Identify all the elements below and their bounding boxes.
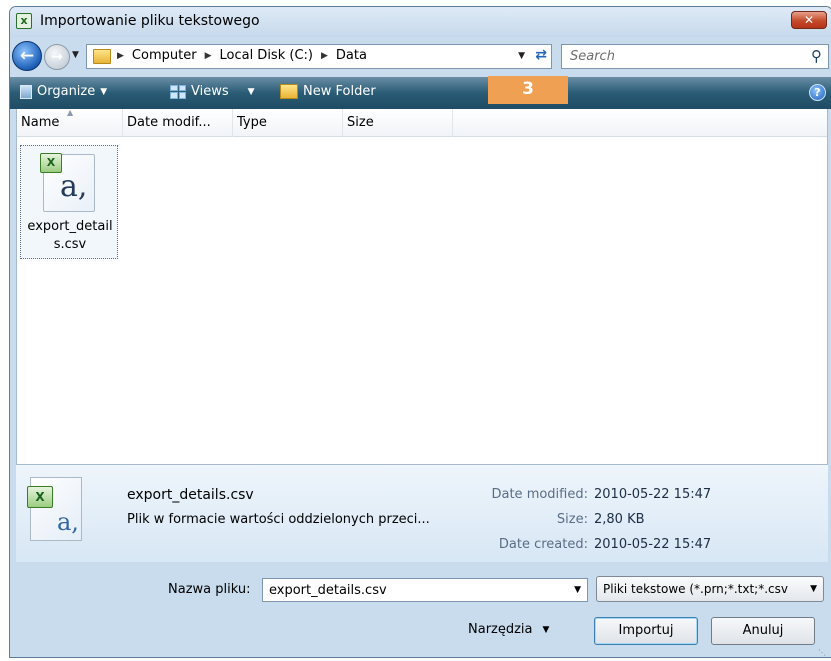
file-glyph-icon: a, xyxy=(57,508,79,536)
folder-icon xyxy=(93,49,111,64)
command-toolbar: Organize ▼ Views ▼ New Folder ? xyxy=(10,77,831,109)
breadcrumb-local-disk[interactable]: Local Disk (C:) xyxy=(219,48,312,63)
excel-badge-icon: X xyxy=(27,486,53,508)
refresh-icon[interactable]: ⇄ xyxy=(535,47,547,63)
filename-label: Nazwa pliku: xyxy=(168,582,251,597)
file-name-line: s.csv xyxy=(53,237,87,252)
chevron-down-icon: ▼ xyxy=(542,625,550,635)
file-name: export_detail s.csv xyxy=(21,218,119,254)
column-name-label: Name xyxy=(21,115,60,130)
date-modified-value: 2010-05-22 15:47 xyxy=(594,487,712,502)
views-menu[interactable]: Views ▼ xyxy=(170,84,255,99)
breadcrumb: ▶ Computer ▶ Local Disk (C:) ▶ Data xyxy=(117,48,367,63)
search-input[interactable]: Search ⚲ xyxy=(561,44,829,69)
new-folder-button[interactable]: New Folder xyxy=(280,84,376,99)
tools-label: Narzędzia xyxy=(468,622,533,637)
size-label: Size: xyxy=(556,512,588,527)
back-button[interactable]: ← xyxy=(12,41,42,71)
file-type-value: Pliki tekstowe (*.prn;*.txt;*.csv xyxy=(603,582,788,596)
file-type-filter[interactable]: Pliki tekstowe (*.prn;*.txt;*.csv ▼ xyxy=(596,576,824,602)
dialog-footer: Nazwa pliku: export_details.csv ▼ Pliki … xyxy=(16,562,828,657)
organize-label: Organize xyxy=(37,84,96,99)
address-bar[interactable]: ▶ Computer ▶ Local Disk (C:) ▶ Data ▼ ⇄ xyxy=(86,44,552,69)
window-title: Importowanie pliku tekstowego xyxy=(40,13,260,29)
column-size[interactable]: Size xyxy=(343,109,453,137)
size-value: 2,80 KB xyxy=(594,512,645,527)
step-number-badge: 3 xyxy=(488,76,568,104)
chevron-down-icon: ▼ xyxy=(100,86,108,97)
file-glyph-icon: a, xyxy=(60,169,88,204)
breadcrumb-separator-icon[interactable]: ▶ xyxy=(321,51,328,61)
date-created-value: 2010-05-22 15:47 xyxy=(594,537,712,552)
details-file-name: export_details.csv xyxy=(127,487,254,503)
file-list[interactable]: ▲ Name Date modif... Type Size X a, expo… xyxy=(16,108,828,464)
forward-button[interactable]: → xyxy=(44,44,70,70)
cancel-button[interactable]: Anuluj xyxy=(711,617,815,645)
help-icon[interactable]: ? xyxy=(809,84,826,101)
title-bar[interactable]: x Importowanie pliku tekstowego ✕ xyxy=(10,7,831,37)
column-header: ▲ Name Date modif... Type Size xyxy=(17,108,827,137)
import-dialog: x Importowanie pliku tekstowego ✕ ← → ▼ … xyxy=(9,6,831,658)
resize-grip-icon[interactable]: ⋱ xyxy=(818,648,826,657)
file-name-line: export_detail xyxy=(27,219,113,234)
filename-value: export_details.csv xyxy=(269,583,387,598)
column-date-modified[interactable]: Date modif... xyxy=(123,109,233,137)
chevron-down-icon[interactable]: ▼ xyxy=(574,585,581,595)
breadcrumb-separator-icon[interactable]: ▶ xyxy=(205,51,212,61)
navigation-bar: ← → ▼ ▶ Computer ▶ Local Disk (C:) ▶ Dat… xyxy=(10,37,831,77)
close-button[interactable]: ✕ xyxy=(791,11,827,29)
csv-file-icon: X a, xyxy=(27,477,82,541)
new-folder-label: New Folder xyxy=(303,84,376,99)
search-icon[interactable]: ⚲ xyxy=(811,47,822,65)
date-modified-label: Date modified: xyxy=(491,487,588,502)
breadcrumb-data[interactable]: Data xyxy=(336,48,367,63)
breadcrumb-computer[interactable]: Computer xyxy=(132,48,197,63)
excel-app-icon: x xyxy=(16,13,32,29)
organize-menu[interactable]: Organize ▼ xyxy=(20,84,107,99)
tools-menu[interactable]: Narzędzia ▼ xyxy=(468,622,549,637)
chevron-down-icon: ▼ xyxy=(810,584,817,594)
recent-pages-dropdown[interactable]: ▼ xyxy=(72,50,79,60)
details-pane: X a, export_details.csv Plik w formacie … xyxy=(16,464,828,562)
import-button[interactable]: Importuj xyxy=(594,617,698,645)
organize-icon xyxy=(20,84,32,99)
column-name[interactable]: ▲ Name xyxy=(17,108,123,137)
file-item-export-details[interactable]: X a, export_detail s.csv xyxy=(20,145,118,259)
views-label: Views xyxy=(191,84,229,99)
views-icon xyxy=(170,84,186,99)
details-file-type: Plik w formacie wartości oddzielonych pr… xyxy=(127,512,430,527)
breadcrumb-separator-icon[interactable]: ▶ xyxy=(117,51,124,61)
new-folder-icon xyxy=(280,84,298,99)
sort-ascending-icon: ▲ xyxy=(67,108,74,117)
search-placeholder: Search xyxy=(570,49,615,64)
filename-input[interactable]: export_details.csv ▼ xyxy=(262,578,588,602)
csv-file-icon: X a, xyxy=(40,153,95,212)
chevron-down-icon: ▼ xyxy=(247,86,255,97)
column-type[interactable]: Type xyxy=(233,109,343,137)
address-dropdown[interactable]: ▼ xyxy=(518,51,525,61)
date-created-label: Date created: xyxy=(498,537,588,552)
excel-badge-icon: X xyxy=(40,153,62,173)
